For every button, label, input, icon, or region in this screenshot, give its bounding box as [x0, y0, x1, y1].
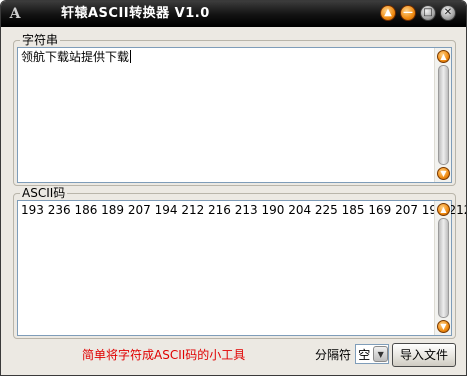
- ascii-group: ASCII码 193 236 186 189 207 194 212 216 2…: [13, 186, 466, 339]
- string-input[interactable]: 领航下载站提供下载 ▲ ▼: [17, 47, 452, 183]
- chevron-down-icon[interactable]: ▼: [437, 320, 450, 333]
- ascii-group-label: ASCII码: [20, 186, 68, 200]
- ascii-scrollbar[interactable]: ▲ ▼: [434, 201, 451, 335]
- separator-select[interactable]: 空 ▼: [355, 344, 389, 364]
- string-group-label: 字符串: [20, 33, 61, 47]
- string-input-text[interactable]: 领航下载站提供下载: [21, 50, 431, 65]
- text-caret: [130, 50, 132, 63]
- ascii-output[interactable]: 193 236 186 189 207 194 212 216 213 190 …: [17, 200, 466, 336]
- ascii-output-text[interactable]: 193 236 186 189 207 194 212 216 213 190 …: [21, 203, 466, 218]
- main-window: A 轩辕ASCII转换器 V1.0 ▲ — □ ✕ 字符串 领航下载站提供下载 …: [0, 0, 467, 376]
- minimize-icon: —: [403, 7, 413, 18]
- window-title: 轩辕ASCII转换器 V1.0: [61, 6, 210, 21]
- footer-note: 简单将字符成ASCII码的小工具: [82, 348, 246, 362]
- close-button[interactable]: ✕: [440, 5, 456, 21]
- title-bar[interactable]: A 轩辕ASCII转换器 V1.0 ▲ — □ ✕: [1, 1, 466, 27]
- string-scrollbar[interactable]: ▲ ▼: [434, 48, 451, 182]
- string-group: 字符串 领航下载站提供下载 ▲ ▼: [13, 33, 456, 186]
- separator-value: 空: [358, 347, 371, 362]
- pin-button[interactable]: ▲: [380, 5, 396, 21]
- chevron-up-icon[interactable]: ▲: [437, 203, 450, 216]
- pin-icon: ▲: [384, 7, 392, 18]
- string-input-value: 领航下载站提供下载: [21, 50, 130, 64]
- chevron-down-icon[interactable]: ▼: [373, 346, 388, 362]
- minimize-button[interactable]: —: [400, 5, 416, 21]
- separator-label: 分隔符: [315, 348, 352, 362]
- close-icon: ✕: [443, 7, 453, 18]
- string-scroll-thumb[interactable]: [438, 65, 449, 165]
- chevron-up-icon[interactable]: ▲: [437, 50, 450, 63]
- import-file-button[interactable]: 导入文件: [392, 343, 456, 367]
- chevron-down-icon[interactable]: ▼: [437, 167, 450, 180]
- maximize-icon: □: [423, 7, 433, 18]
- maximize-button[interactable]: □: [420, 5, 436, 21]
- ascii-scroll-thumb[interactable]: [438, 218, 449, 318]
- app-icon[interactable]: A: [7, 5, 23, 23]
